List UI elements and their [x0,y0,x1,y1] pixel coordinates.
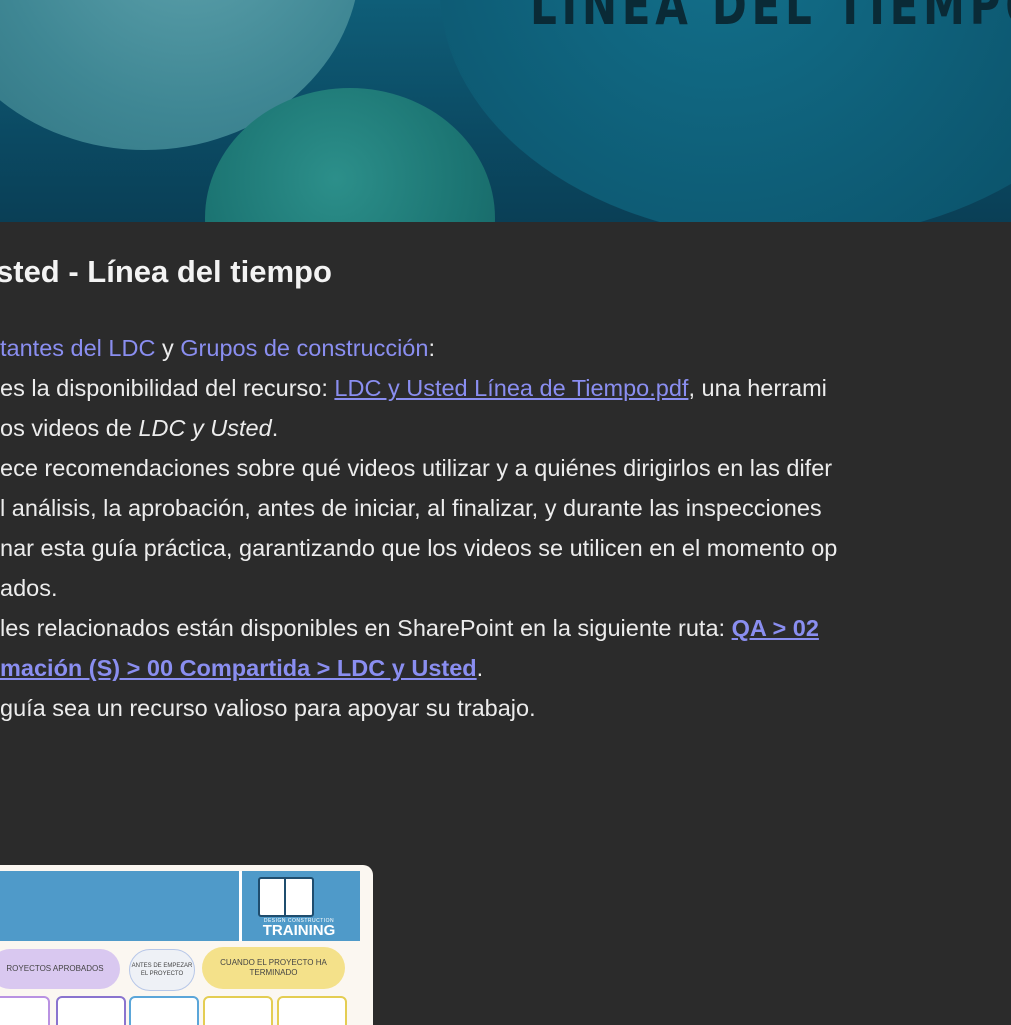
body-line: l análisis, la aprobación, antes de inic… [0,495,822,521]
body-line: guía sea un recurso valioso para apoyar … [0,688,1011,728]
body-line: mación (S) > 00 Compartida > LDC y Usted… [0,648,1011,688]
body-line: les relacionados están disponibles en Sh… [0,608,1011,648]
body-text: , una herrami [688,375,827,401]
body-line: tantes del LDC y Grupos de construcción: [0,328,1011,368]
training-logo: DESIGN CONSTRUCTION TRAINING [244,918,354,938]
body-line: os videos de LDC y Usted. [0,408,1011,448]
divider [239,871,242,941]
stage-box [129,996,199,1025]
stage-pill: ANTES DE EMPEZAR EL PROYECTO [129,949,195,991]
stage-box [203,996,273,1025]
stage-pill: ROYECTOS APROBADOS [0,949,120,989]
body-text: . [271,415,279,441]
body-line: es la disponibilidad del recurso: LDC y … [0,368,1011,408]
hero-banner: LÍNEA DEL TIEMPO [0,0,1011,222]
logo-big-text: TRAINING [262,922,336,939]
stage-box [56,996,126,1025]
body-text: os videos de [0,415,139,441]
body-line: nar esta guía práctica, garantizando que… [0,535,838,561]
book-icon [258,877,314,917]
body-text: y [155,335,181,361]
body-text: : [428,335,435,361]
body-text: les relacionados están disponibles en Sh… [0,615,732,641]
stage-pill: CUANDO EL PROYECTO HA TERMINADO [202,947,345,989]
article-content: sted - Línea del tiempo tantes del LDC y… [0,222,1011,1025]
link-sharepoint-path[interactable]: QA > 02 [732,615,819,641]
article-body: tantes del LDC y Grupos de construcción:… [0,332,1011,728]
stage-box [277,996,347,1025]
body-line: ados. [0,575,58,601]
link-pdf-resource[interactable]: LDC y Usted Línea de Tiempo.pdf [334,375,688,401]
body-text: es la disponibilidad del recurso: [0,375,335,401]
link-representantes-ldc[interactable]: tantes del LDC [0,335,155,361]
hero-title: LÍNEA DEL TIEMPO [530,0,1011,37]
link-grupos-construccion[interactable]: Grupos de construcción [180,335,428,361]
timeline-preview-image[interactable]: DESIGN CONSTRUCTION TRAINING ROYECTOS AP… [0,865,373,1025]
page-title: sted - Línea del tiempo [0,254,332,289]
body-text: . [476,655,484,681]
body-emphasis: LDC y Usted [138,415,272,441]
body-text: guía sea un recurso valioso para apoyar … [0,695,536,721]
link-sharepoint-path-continued[interactable]: mación (S) > 00 Compartida > LDC y Usted [0,655,477,681]
body-line: ece recomendaciones sobre qué videos uti… [0,455,833,481]
stage-box [0,996,50,1025]
